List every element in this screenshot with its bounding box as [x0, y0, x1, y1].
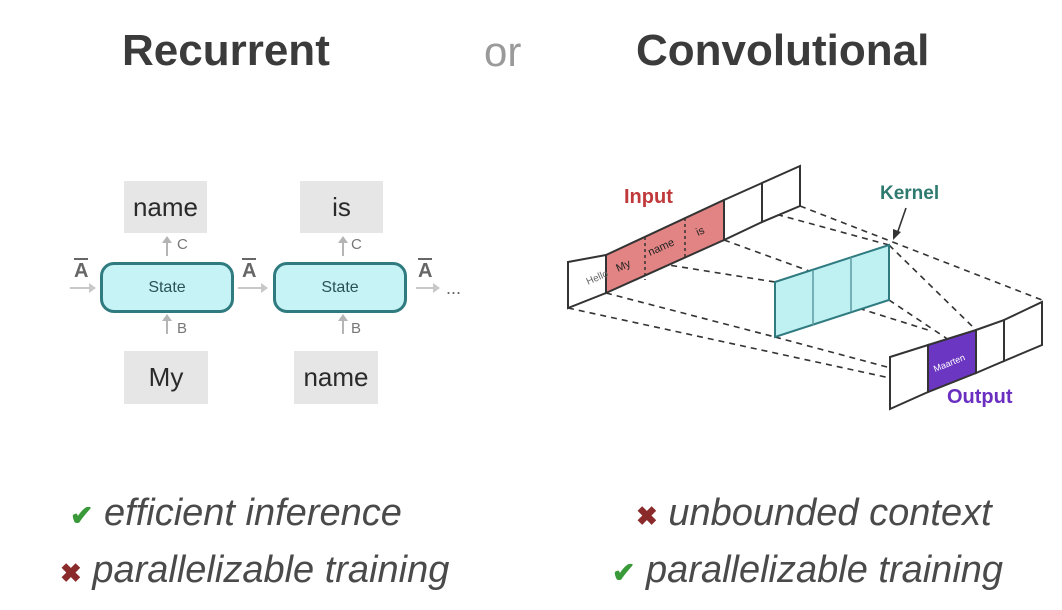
output-cell-1	[889, 343, 929, 411]
cross-icon: ✖	[60, 558, 82, 588]
bullet-unbounded-context: ✖ unbounded context	[636, 492, 992, 534]
cross-icon: ✖	[636, 501, 658, 531]
input-cell-6	[761, 164, 801, 224]
output-cell-4	[1003, 300, 1043, 363]
bullet-parallel-training-left: ✖ parallelizable training	[60, 549, 450, 591]
bullet-efficient-inference: ✔ efficient inference	[70, 492, 402, 534]
output-label: Output	[947, 386, 1013, 408]
check-icon: ✔	[612, 557, 636, 588]
check-icon: ✔	[70, 500, 94, 531]
output-cell-3	[975, 318, 1005, 375]
bullet-parallel-training-right: ✔ parallelizable training	[612, 549, 1004, 591]
input-label: Input	[624, 186, 673, 208]
kernel-box	[774, 243, 890, 339]
kernel-label: Kernel	[880, 183, 939, 204]
input-cell-5	[723, 181, 763, 242]
